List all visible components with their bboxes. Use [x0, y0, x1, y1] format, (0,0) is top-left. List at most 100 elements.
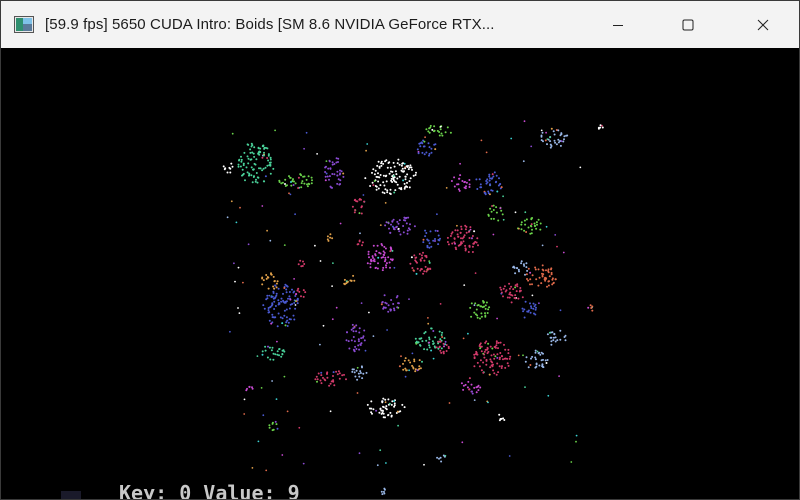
boid [382, 162, 385, 165]
boid [474, 313, 477, 316]
boid [295, 300, 298, 302]
title-bar[interactable]: [59.9 fps] 5650 CUDA Intro: Boids [SM 8.… [1, 1, 799, 48]
boid [535, 306, 537, 309]
boid [547, 394, 550, 397]
boid [392, 303, 395, 305]
boid [271, 421, 274, 424]
boid [475, 351, 478, 354]
boid [423, 140, 426, 143]
boid [244, 179, 246, 182]
boid [386, 189, 389, 192]
boid [364, 349, 367, 352]
boid [237, 165, 240, 168]
boid [380, 490, 383, 493]
boid [293, 290, 296, 293]
boid [427, 142, 430, 145]
boid [536, 223, 538, 226]
boid [282, 292, 284, 295]
boid [276, 353, 279, 356]
boid [599, 126, 602, 129]
boid [476, 316, 479, 319]
boid [304, 291, 307, 294]
boid [418, 253, 421, 255]
boid [445, 350, 448, 352]
boid [403, 187, 406, 190]
close-icon [757, 19, 769, 31]
boid [386, 329, 388, 331]
boid-flock [473, 340, 512, 376]
boid [484, 341, 487, 344]
boid [457, 188, 460, 191]
boid [501, 365, 503, 368]
boid [442, 454, 445, 457]
boid [268, 311, 271, 314]
boid [361, 241, 364, 244]
boid [269, 172, 272, 175]
boid [229, 330, 231, 333]
boid [275, 282, 278, 285]
boid [415, 171, 417, 174]
boid [331, 237, 334, 240]
boid-flock [499, 282, 524, 304]
boid [431, 340, 434, 343]
boid [546, 359, 549, 361]
boid [559, 309, 562, 312]
boid [473, 304, 476, 307]
boid [382, 410, 384, 412]
boid [462, 240, 465, 243]
boid [522, 310, 525, 313]
boid [274, 129, 276, 132]
boid-flock [295, 287, 307, 298]
boid [264, 175, 267, 178]
app-window-icon [14, 16, 34, 33]
boid [575, 440, 577, 443]
boid [529, 283, 531, 286]
boid [490, 210, 493, 213]
boid [261, 156, 264, 159]
boid [473, 386, 476, 389]
boid [507, 348, 510, 351]
boid [468, 179, 471, 181]
boid [383, 294, 386, 297]
boid [239, 165, 242, 168]
boid [516, 285, 519, 288]
boid [545, 131, 547, 134]
boid [370, 400, 373, 403]
boid [381, 191, 384, 194]
boid [286, 325, 289, 327]
boid [285, 316, 288, 319]
boid [371, 255, 374, 258]
boid [591, 309, 594, 312]
boid [549, 146, 552, 149]
boid [488, 173, 491, 176]
close-button[interactable] [736, 1, 790, 48]
boid [457, 235, 460, 238]
boid [434, 238, 436, 240]
boid-flock [351, 365, 368, 381]
boid [575, 434, 578, 437]
boid [387, 413, 390, 416]
minimize-button[interactable] [591, 1, 645, 48]
boid [476, 385, 479, 388]
boid [539, 228, 542, 231]
boid [383, 254, 386, 256]
boid [267, 276, 270, 279]
boid [328, 178, 330, 181]
boid [473, 353, 476, 356]
boid [533, 224, 536, 227]
boid [405, 222, 408, 225]
boid [496, 317, 498, 320]
boid [264, 349, 267, 352]
boid [385, 462, 387, 464]
boid [492, 209, 495, 211]
boid [437, 238, 440, 241]
boid [364, 177, 367, 180]
boid [262, 414, 265, 417]
boid [451, 242, 454, 245]
boid [326, 376, 329, 379]
maximize-button[interactable] [661, 1, 715, 48]
boid [495, 340, 498, 343]
boid [425, 270, 428, 273]
window-title: [59.9 fps] 5650 CUDA Intro: Boids [SM 8.… [45, 16, 495, 33]
simulation-viewport[interactable] [1, 48, 799, 499]
